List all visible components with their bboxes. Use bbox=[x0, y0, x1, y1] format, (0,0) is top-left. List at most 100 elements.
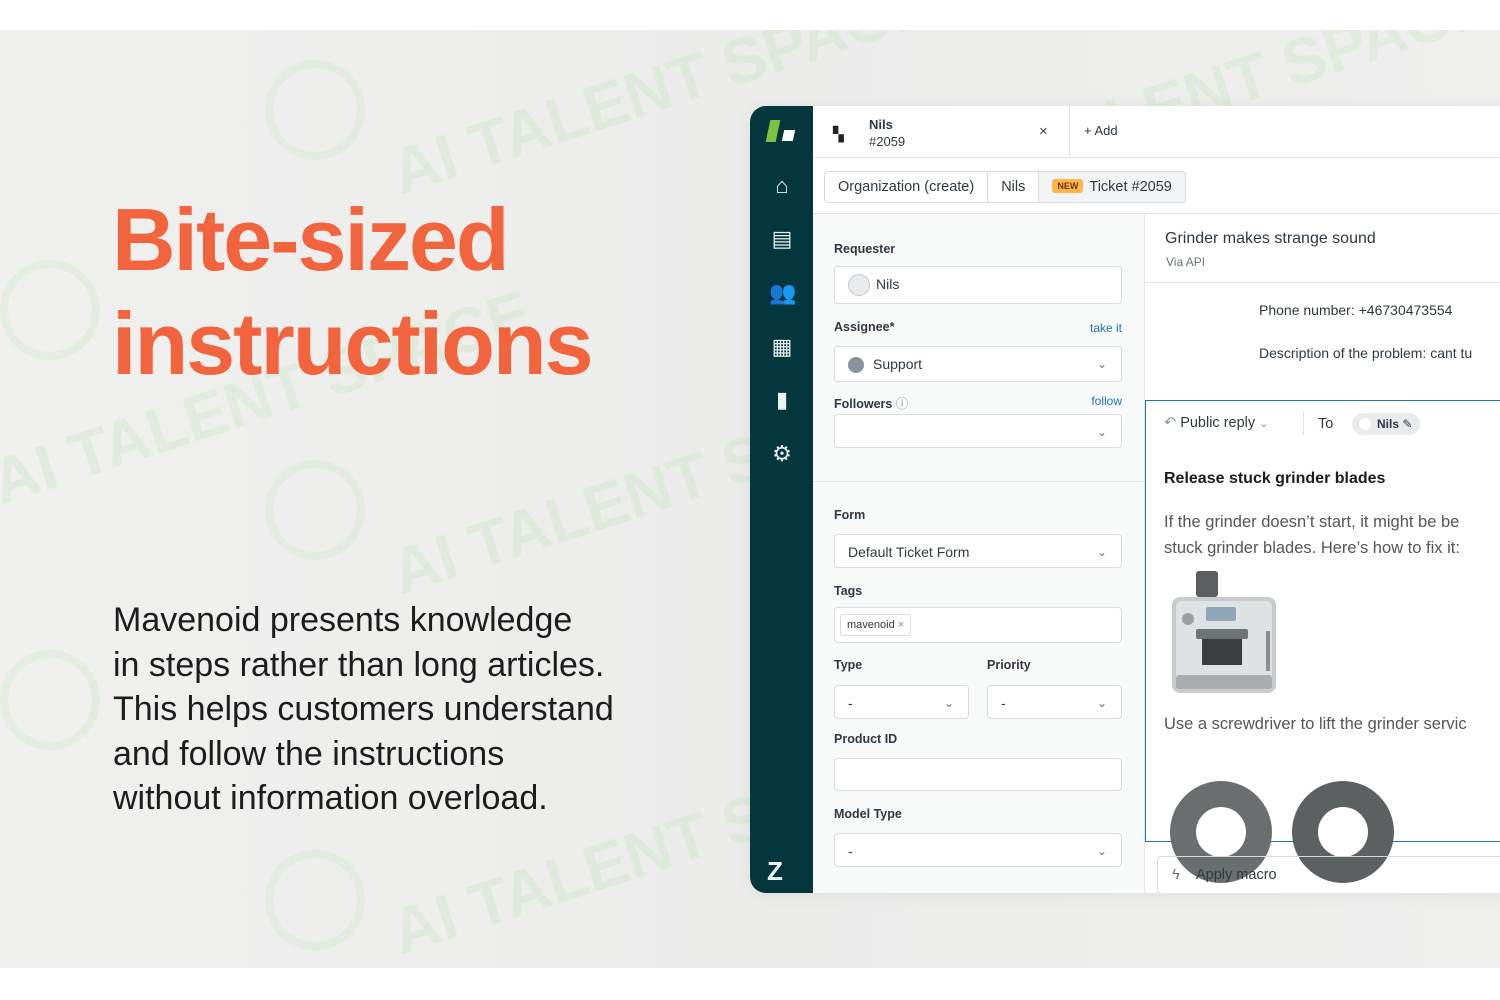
reporting-icon[interactable]: ▮ bbox=[769, 387, 795, 413]
body-line: in steps rather than long articles. bbox=[113, 645, 605, 684]
assignee-select[interactable]: Support ⌄ bbox=[834, 346, 1122, 382]
to-label: To bbox=[1318, 416, 1334, 432]
recipient-name: Nils bbox=[1377, 417, 1400, 431]
assignee-label: Assignee* bbox=[834, 320, 895, 334]
body-copy: Mavenoid presents knowledge in steps rat… bbox=[113, 598, 673, 821]
tags-field[interactable]: mavenoid × bbox=[834, 607, 1122, 643]
requester-field[interactable]: Nils bbox=[834, 266, 1122, 304]
body-line: Mavenoid presents knowledge bbox=[113, 601, 573, 639]
breadcrumb-ticket-label: Ticket #2059 bbox=[1089, 179, 1172, 195]
instruction-paragraph: If the grinder doesn’t start, it might b… bbox=[1164, 509, 1500, 561]
form-label: Form bbox=[834, 508, 866, 522]
apply-macro-button[interactable]: ϟ Apply macro bbox=[1157, 856, 1500, 893]
divider bbox=[813, 481, 1145, 482]
close-tab-icon[interactable]: × bbox=[1039, 123, 1048, 140]
divider bbox=[1145, 282, 1500, 283]
tab-ticket-number: #2059 bbox=[869, 134, 906, 149]
requester-value: Nils bbox=[876, 276, 900, 292]
ticket-tab-icon: ▚ bbox=[833, 126, 844, 142]
zendesk-logo-icon[interactable] bbox=[765, 120, 796, 144]
reply-type-label: Public reply bbox=[1180, 415, 1256, 431]
headline: Bite-sized instructions bbox=[112, 188, 594, 396]
group-icon bbox=[848, 357, 864, 374]
message-phone-line: Phone number: +46730473554 bbox=[1259, 302, 1453, 318]
type-value: - bbox=[848, 695, 853, 711]
priority-select[interactable]: - ⌄ bbox=[987, 685, 1122, 719]
chevron-down-icon: ⌄ bbox=[943, 696, 954, 710]
divider bbox=[1303, 411, 1304, 435]
followers-label: Followers ⓘ bbox=[834, 393, 908, 412]
follow-link[interactable]: follow bbox=[1091, 394, 1122, 408]
product-id-input[interactable] bbox=[834, 758, 1122, 791]
model-type-label: Model Type bbox=[834, 807, 902, 821]
reply-composer[interactable]: ↶ Public reply ⌄ To Nils ✎ Release stuck… bbox=[1145, 400, 1500, 883]
views-icon[interactable]: ▤ bbox=[769, 226, 795, 252]
body-line: without information overload. bbox=[113, 779, 548, 817]
model-type-value: - bbox=[848, 843, 853, 859]
breadcrumb-ticket[interactable]: NEW Ticket #2059 bbox=[1039, 172, 1185, 202]
instruction-step-text: Use a screwdriver to lift the grinder se… bbox=[1164, 715, 1467, 733]
instruction-line: stuck grinder blades. Here’s how to fix … bbox=[1164, 539, 1460, 557]
body-line: and follow the instructions bbox=[113, 734, 505, 773]
settings-icon[interactable]: ⚙ bbox=[769, 441, 795, 467]
chevron-down-icon: ⌄ bbox=[1096, 425, 1107, 439]
espresso-machine-image bbox=[1172, 571, 1276, 693]
take-it-link[interactable]: take it bbox=[1090, 321, 1122, 335]
lightning-icon: ϟ bbox=[1172, 867, 1180, 883]
breadcrumb: Organization (create) Nils NEW Ticket #20… bbox=[824, 171, 1186, 203]
followers-label-text: Followers bbox=[834, 397, 893, 411]
avatar bbox=[848, 274, 870, 297]
tab-bar: ▚ Nils #2059 × + Add bbox=[813, 106, 1500, 158]
form-value: Default Ticket Form bbox=[848, 544, 970, 560]
edit-pencil-icon[interactable]: ✎ bbox=[1402, 417, 1412, 431]
ticket-properties-panel: Requester Nils Assignee* take it Support… bbox=[813, 213, 1145, 893]
avatar bbox=[1359, 418, 1371, 430]
chevron-down-icon: ⌄ bbox=[1096, 545, 1107, 559]
priority-label: Priority bbox=[987, 658, 1031, 672]
watermark-logo-icon bbox=[265, 460, 365, 560]
headline-line: instructions bbox=[112, 294, 594, 393]
conversation-panel: Grinder makes strange sound Via API Phon… bbox=[1145, 213, 1500, 893]
message-description-line: Description of the problem: cant tu bbox=[1259, 345, 1473, 361]
add-tab-button[interactable]: + Add bbox=[1084, 123, 1118, 138]
apply-macro-label: Apply macro bbox=[1196, 867, 1277, 883]
instruction-line: If the grinder doesn’t start, it might b… bbox=[1164, 513, 1460, 531]
tab-ticket[interactable]: ▚ Nils #2059 × bbox=[813, 106, 1070, 158]
requester-label: Requester bbox=[834, 242, 896, 256]
watermark-logo-icon bbox=[265, 850, 365, 950]
chevron-down-icon: ⌄ bbox=[1096, 696, 1107, 710]
chevron-down-icon: ⌄ bbox=[1259, 418, 1269, 430]
tags-label: Tags bbox=[834, 584, 863, 598]
remove-tag-icon[interactable]: × bbox=[898, 619, 904, 631]
type-select[interactable]: - ⌄ bbox=[834, 685, 969, 719]
breadcrumb-organization[interactable]: Organization (create) bbox=[825, 172, 989, 202]
new-badge: NEW bbox=[1052, 179, 1084, 193]
body-line: This helps customers understand bbox=[113, 690, 614, 728]
ticket-channel: Via API bbox=[1166, 255, 1206, 269]
tab-requester-name: Nils bbox=[869, 117, 893, 132]
info-icon: ⓘ bbox=[895, 397, 909, 411]
form-select[interactable]: Default Ticket Form ⌄ bbox=[834, 534, 1122, 568]
zendesk-z-icon[interactable]: Z bbox=[767, 856, 783, 887]
chevron-down-icon: ⌄ bbox=[1096, 357, 1107, 371]
product-id-label: Product ID bbox=[834, 732, 898, 746]
organizations-icon[interactable]: ▦ bbox=[769, 334, 795, 360]
reply-type-dropdown[interactable]: ↶ Public reply ⌄ bbox=[1164, 415, 1268, 431]
ticket-subject: Grinder makes strange sound bbox=[1165, 230, 1376, 247]
assignee-value: Support bbox=[873, 356, 923, 372]
reply-arrow-icon: ↶ bbox=[1164, 415, 1177, 431]
breadcrumb-user[interactable]: Nils bbox=[988, 172, 1040, 202]
model-type-select[interactable]: - ⌄ bbox=[834, 833, 1122, 867]
nav-rail: ⌂ ▤ 👥 ▦ ▮ ⚙ Z bbox=[750, 106, 813, 893]
followers-field[interactable]: ⌄ bbox=[834, 414, 1122, 448]
customers-icon[interactable]: 👥 bbox=[769, 280, 796, 306]
priority-value: - bbox=[1001, 695, 1006, 711]
instruction-heading: Release stuck grinder blades bbox=[1164, 470, 1386, 487]
recipient-pill[interactable]: Nils ✎ bbox=[1352, 413, 1421, 435]
tag-label: mavenoid bbox=[847, 619, 895, 631]
chevron-down-icon: ⌄ bbox=[1096, 844, 1107, 858]
headline-line: Bite-sized bbox=[112, 190, 510, 289]
tag-pill: mavenoid × bbox=[840, 614, 912, 636]
type-label: Type bbox=[834, 658, 863, 672]
home-icon[interactable]: ⌂ bbox=[769, 173, 795, 199]
